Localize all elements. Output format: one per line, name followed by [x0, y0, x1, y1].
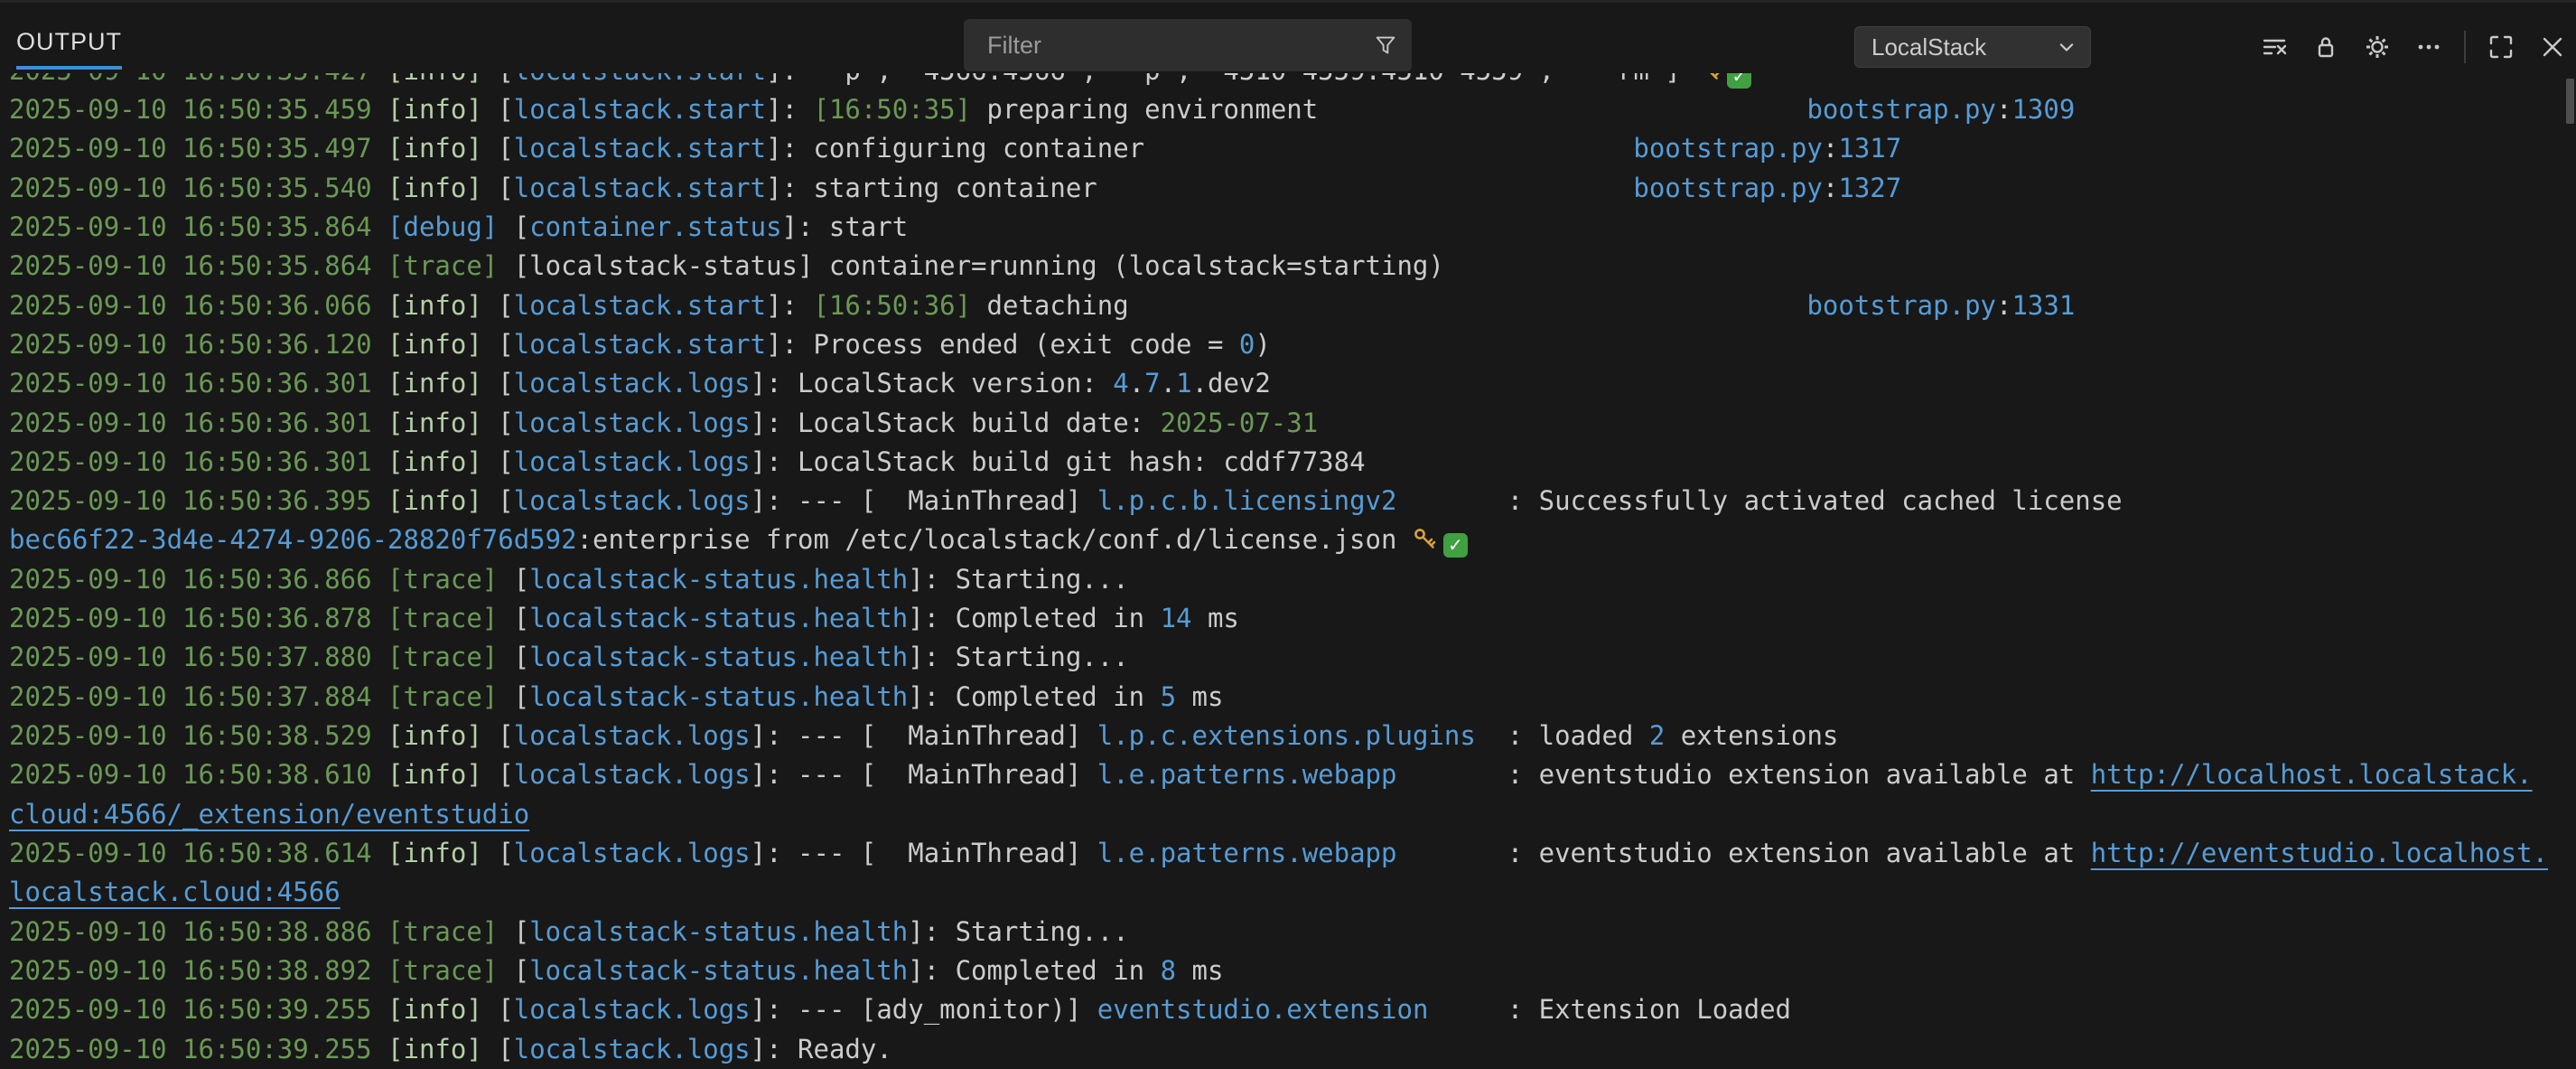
- clipped-log-line: 2025-09-10 16:50:35.427 [info] [localsta…: [9, 73, 2576, 90]
- log-line: 2025-09-10 16:50:39.255 [info] [localsta…: [9, 990, 2576, 1029]
- gear-icon: [2363, 33, 2392, 61]
- lock-icon: [2311, 33, 2340, 61]
- more-actions-button[interactable]: [2413, 31, 2445, 63]
- output-channel-value: LocalStack: [1855, 33, 2054, 61]
- clear-output-icon: [2260, 33, 2289, 61]
- expand-icon: [2487, 33, 2515, 61]
- log-line: 2025-09-10 16:50:35.864 [trace] [localst…: [9, 247, 2576, 286]
- key-emoji: [1696, 73, 1722, 80]
- maximize-panel-button[interactable]: [2485, 31, 2517, 63]
- log-link[interactable]: localstack.cloud:4566: [9, 877, 341, 907]
- panel-header: OUTPUT LocalStack: [0, 3, 2576, 73]
- filter-input[interactable]: [964, 32, 1372, 60]
- tab-output[interactable]: OUTPUT: [16, 28, 122, 70]
- log-line: 2025-09-10 16:50:37.880 [trace] [localst…: [9, 638, 2576, 677]
- log-line: 2025-09-10 16:50:36.301 [info] [localsta…: [9, 443, 2576, 482]
- log-line: cloud:4566/_extension/eventstudio: [9, 795, 2576, 834]
- tab-output-label: OUTPUT: [16, 28, 122, 55]
- log-line: 2025-09-10 16:50:36.120 [info] [localsta…: [9, 325, 2576, 364]
- clear-output-button[interactable]: [2258, 31, 2291, 63]
- auto-scroll-lock-button[interactable]: [2310, 31, 2342, 63]
- log-line: 2025-09-10 16:50:36.866 [trace] [localst…: [9, 560, 2576, 599]
- settings-button[interactable]: [2361, 31, 2394, 63]
- log-line: 2025-09-10 16:50:37.884 [trace] [localst…: [9, 678, 2576, 717]
- close-icon: [2538, 33, 2567, 61]
- log-link[interactable]: cloud:4566/_extension/eventstudio: [9, 799, 529, 830]
- log-line: 2025-09-10 16:50:38.886 [trace] [localst…: [9, 913, 2576, 952]
- filter-funnel-icon[interactable]: [1372, 32, 1399, 59]
- key-emoji: [1413, 524, 1438, 549]
- log-line: 2025-09-10 16:50:36.066 [info] [localsta…: [9, 286, 2576, 325]
- panel-actions: [2258, 23, 2569, 71]
- log-link[interactable]: http://eventstudio.localhost.: [2091, 838, 2548, 868]
- filter-input-wrapper: [964, 19, 1412, 71]
- log-link[interactable]: http://localhost.localstack.: [2091, 759, 2533, 790]
- output-panel: OUTPUT LocalStack: [0, 0, 2576, 1069]
- vertical-scrollbar[interactable]: [2566, 79, 2574, 124]
- check-mark-emoji: ✓: [1443, 533, 1468, 558]
- actions-divider: [2464, 31, 2466, 63]
- log-line: 2025-09-10 16:50:36.878 [trace] [localst…: [9, 599, 2576, 638]
- check-mark-emoji: ✓: [1727, 73, 1751, 89]
- close-panel-button[interactable]: [2536, 31, 2569, 63]
- log-line: 2025-09-10 16:50:35.497 [info] [localsta…: [9, 129, 2576, 168]
- output-channel-select[interactable]: LocalStack: [1854, 26, 2091, 68]
- log-output: 2025-09-10 16:50:35.427 [info] [localsta…: [0, 73, 2576, 1069]
- log-line: 2025-09-10 16:50:36.395 [info] [localsta…: [9, 482, 2576, 520]
- log-line: 2025-09-10 16:50:36.301 [info] [localsta…: [9, 364, 2576, 403]
- log-line: 2025-09-10 16:50:35.459 [info] [localsta…: [9, 90, 2576, 129]
- log-line: 2025-09-10 16:50:39.255 [info] [localsta…: [9, 1030, 2576, 1069]
- log-line: 2025-09-10 16:50:38.892 [trace] [localst…: [9, 952, 2576, 990]
- log-line: 2025-09-10 16:50:35.864 [debug] [contain…: [9, 208, 2576, 247]
- log-line: 2025-09-10 16:50:38.610 [info] [localsta…: [9, 755, 2576, 794]
- log-line: 2025-09-10 16:50:38.614 [info] [localsta…: [9, 834, 2576, 873]
- ellipsis-icon: [2414, 33, 2443, 61]
- log-line: 2025-09-10 16:50:36.301 [info] [localsta…: [9, 404, 2576, 443]
- chevron-down-icon: [2054, 34, 2079, 60]
- log-line: localstack.cloud:4566: [9, 873, 2576, 912]
- log-line: bec66f22-3d4e-4274-9206-28820f76d592:ent…: [9, 520, 2576, 559]
- log-line: 2025-09-10 16:50:38.529 [info] [localsta…: [9, 717, 2576, 755]
- log-line: 2025-09-10 16:50:35.540 [info] [localsta…: [9, 169, 2576, 208]
